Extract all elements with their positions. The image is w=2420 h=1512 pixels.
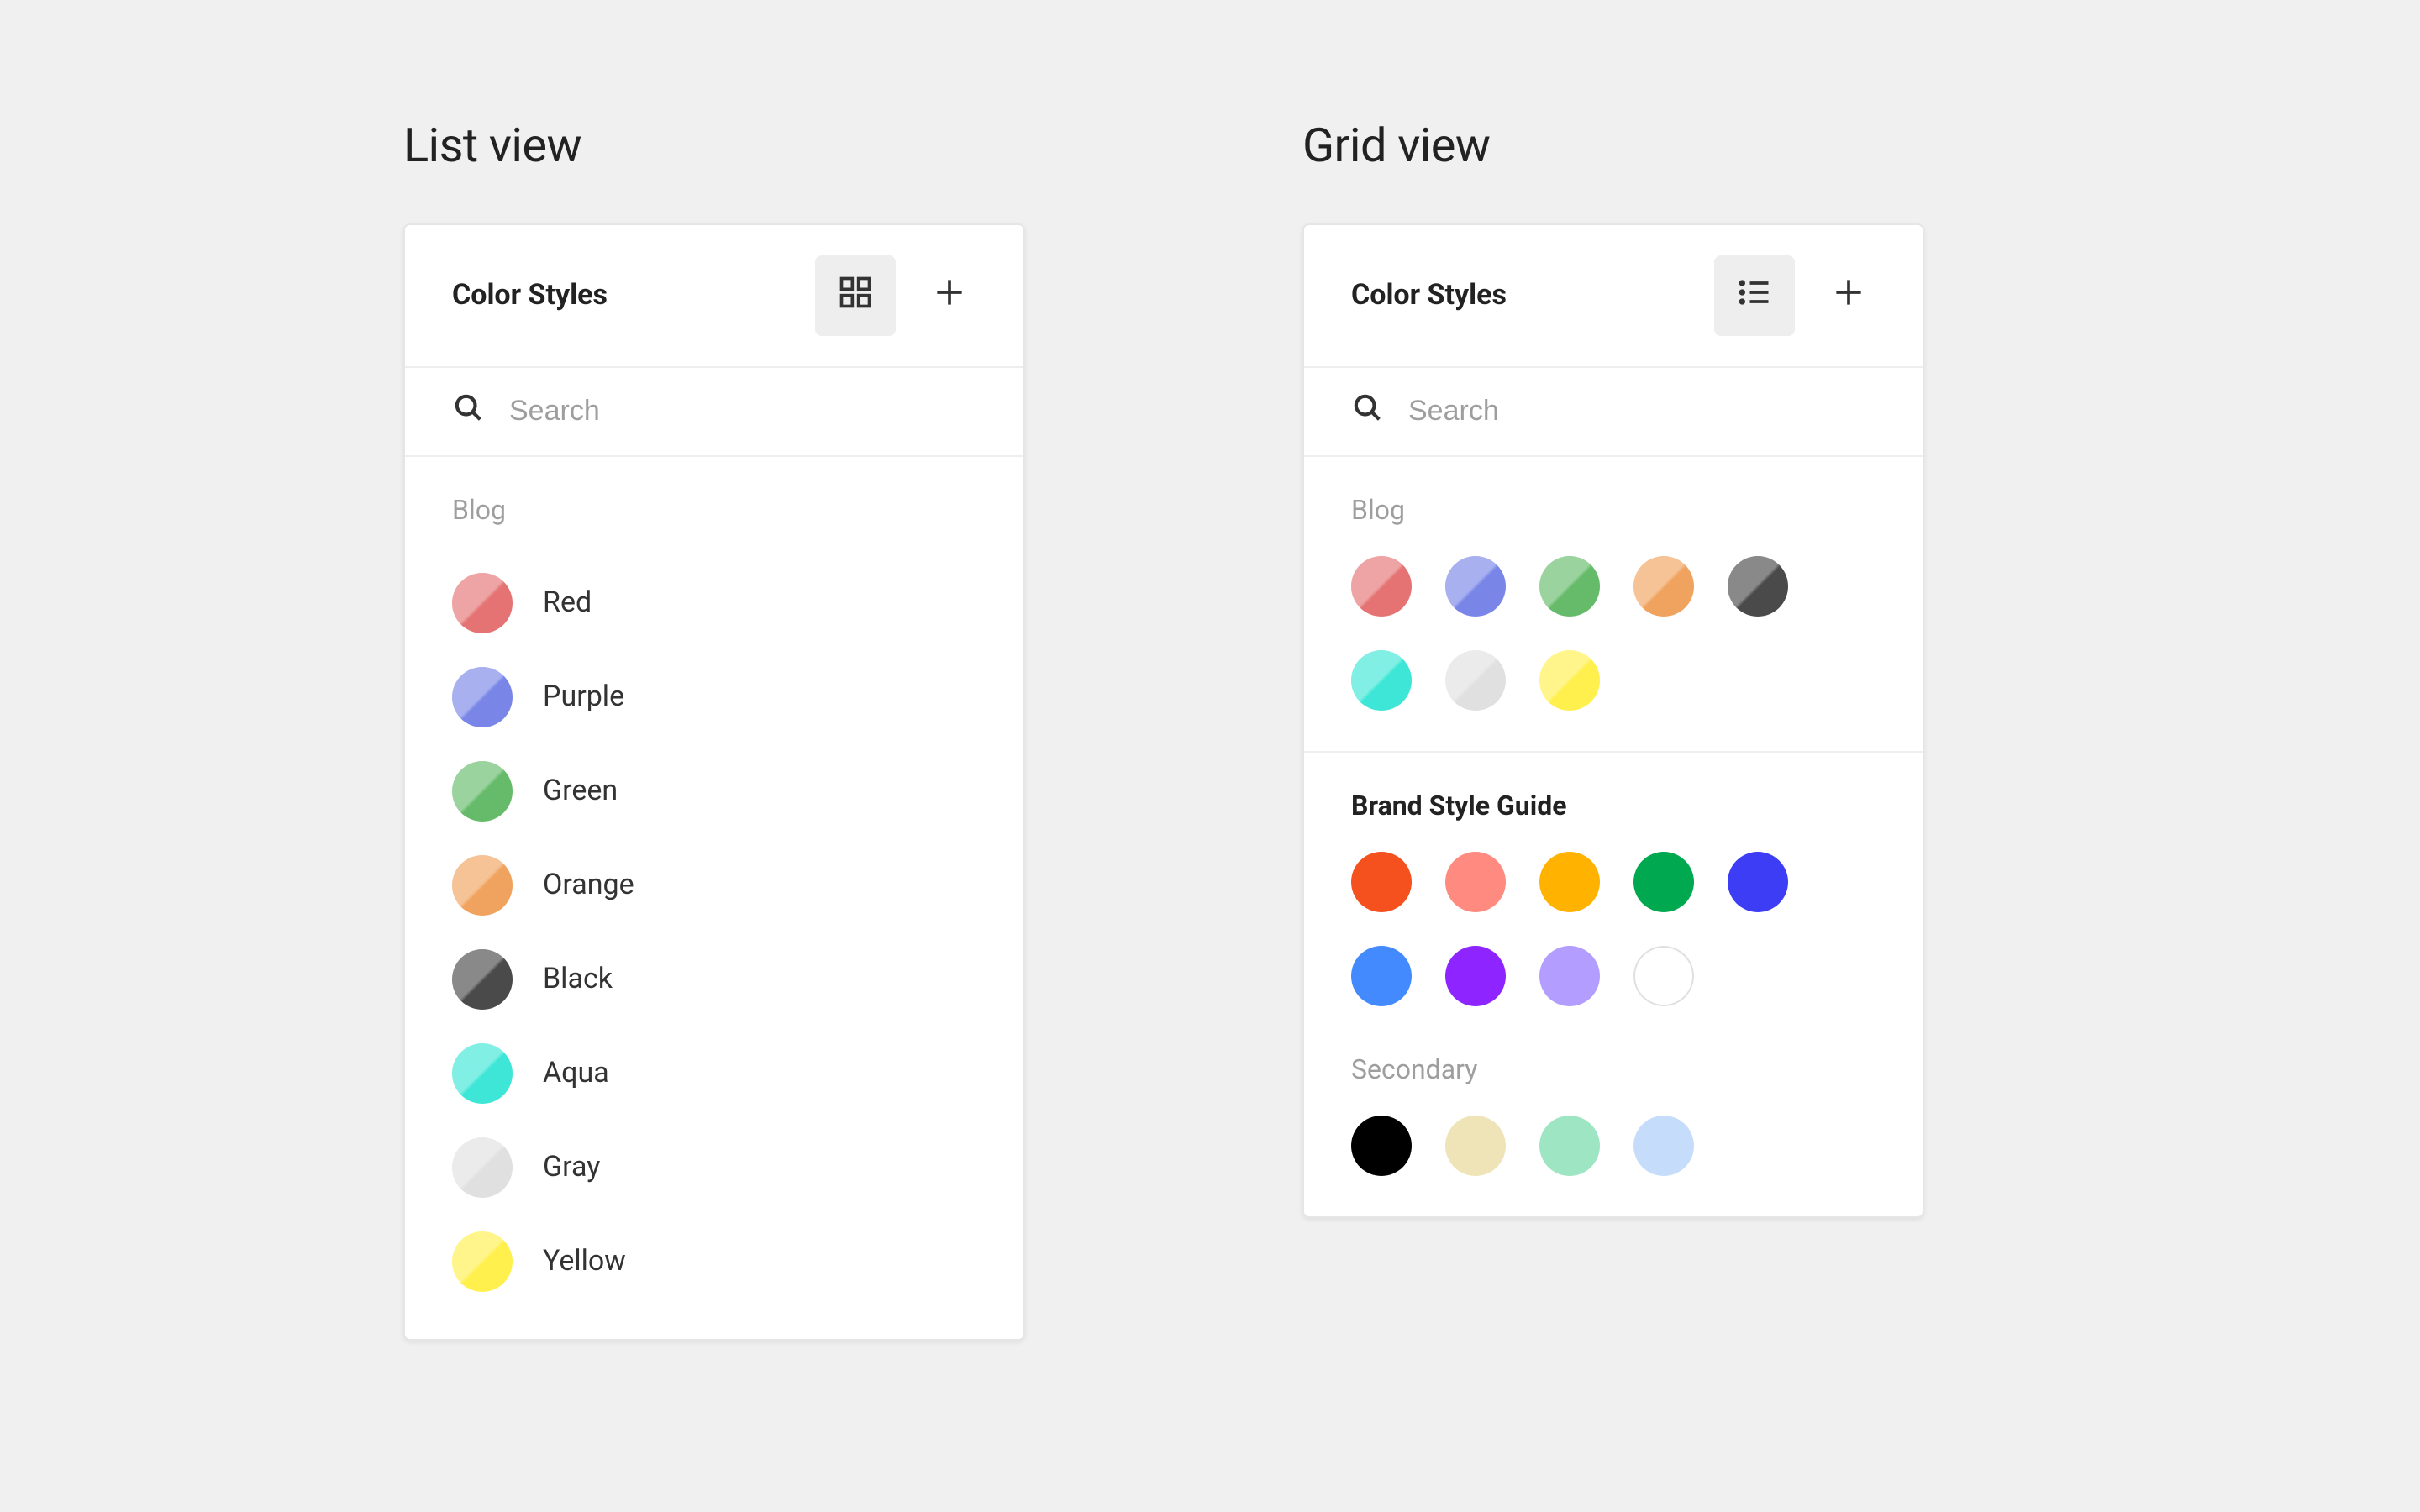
grid-view-column: Grid view Color Styles — [1302, 118, 1924, 1341]
plus-icon — [1830, 274, 1867, 318]
color-swatch[interactable] — [1351, 650, 1412, 711]
color-swatch[interactable] — [1539, 852, 1600, 912]
color-list-item[interactable]: Gray — [452, 1121, 976, 1215]
color-swatch[interactable] — [1445, 852, 1506, 912]
color-swatch[interactable] — [1445, 556, 1506, 617]
color-swatch[interactable] — [1539, 1116, 1600, 1176]
list-view-toggle-button[interactable] — [1714, 255, 1795, 336]
color-swatch[interactable] — [1634, 946, 1694, 1006]
swatch-grid — [1351, 852, 1876, 1030]
header-actions — [1714, 255, 1889, 336]
search-row — [1304, 368, 1923, 457]
color-swatch — [452, 1043, 513, 1104]
color-swatch — [452, 761, 513, 822]
group-title: Blog — [1351, 494, 1876, 526]
color-swatch[interactable] — [1351, 946, 1412, 1006]
color-swatch[interactable] — [1351, 852, 1412, 912]
color-label: Aqua — [543, 1057, 609, 1090]
search-row — [405, 368, 1023, 457]
grid-view-heading: Grid view — [1302, 118, 1924, 173]
color-label: Black — [543, 963, 613, 996]
color-swatch — [452, 1137, 513, 1198]
panel-header: Color Styles — [405, 225, 1023, 368]
swatch-grid — [1351, 556, 1876, 734]
panel-title: Color Styles — [452, 279, 608, 312]
subgroup-title: Secondary — [1351, 1053, 1876, 1085]
header-actions — [815, 255, 990, 336]
search-input[interactable] — [509, 395, 976, 428]
color-swatch[interactable] — [1445, 1116, 1506, 1176]
color-list-item[interactable]: Green — [452, 744, 976, 838]
color-list-item[interactable]: Red — [452, 556, 976, 650]
grid-view-panel: Color Styles — [1302, 223, 1924, 1218]
color-label: Yellow — [543, 1245, 626, 1278]
color-swatch[interactable] — [1634, 1116, 1694, 1176]
color-swatch[interactable] — [1539, 946, 1600, 1006]
color-label: Gray — [543, 1151, 600, 1184]
color-swatch[interactable] — [1351, 556, 1412, 617]
panel-title: Color Styles — [1351, 279, 1507, 312]
color-list-item[interactable]: Black — [452, 932, 976, 1026]
group-title: Brand Style Guide — [1351, 790, 1876, 822]
grid-view-toggle-button[interactable] — [815, 255, 896, 336]
color-swatch[interactable] — [1445, 946, 1506, 1006]
color-swatch[interactable] — [1634, 852, 1694, 912]
color-list-item[interactable]: Aqua — [452, 1026, 976, 1121]
color-swatch — [452, 1231, 513, 1292]
color-swatch[interactable] — [1539, 650, 1600, 711]
add-style-button[interactable] — [1808, 255, 1889, 336]
color-swatch[interactable] — [1634, 556, 1694, 617]
color-swatch — [452, 573, 513, 633]
panel-header: Color Styles — [1304, 225, 1923, 368]
color-swatch — [452, 855, 513, 916]
color-label: Red — [543, 586, 592, 620]
color-list-item[interactable]: Purple — [452, 650, 976, 744]
color-swatch[interactable] — [1351, 1116, 1412, 1176]
search-input[interactable] — [1408, 395, 1876, 428]
grid-icon — [837, 274, 874, 318]
color-swatch[interactable] — [1728, 852, 1788, 912]
color-swatch — [452, 949, 513, 1010]
color-swatch[interactable] — [1539, 556, 1600, 617]
color-label: Purple — [543, 680, 624, 714]
add-style-button[interactable] — [909, 255, 990, 336]
color-swatch[interactable] — [1445, 650, 1506, 711]
color-list-item[interactable]: Yellow — [452, 1215, 976, 1309]
swatch-grid — [1351, 1116, 1876, 1200]
list-view-column: List view Color Styles — [403, 118, 1025, 1341]
color-swatch[interactable] — [1728, 556, 1788, 617]
list-view-heading: List view — [403, 118, 1025, 173]
list-icon — [1736, 274, 1773, 318]
search-icon — [452, 391, 486, 432]
color-label: Orange — [543, 869, 634, 902]
group-title-blog: Blog — [452, 494, 976, 526]
color-list-item[interactable]: Orange — [452, 838, 976, 932]
list-view-panel: Color Styles — [403, 223, 1025, 1341]
plus-icon — [931, 274, 968, 318]
color-swatch — [452, 667, 513, 727]
search-icon — [1351, 391, 1385, 432]
color-label: Green — [543, 774, 618, 808]
